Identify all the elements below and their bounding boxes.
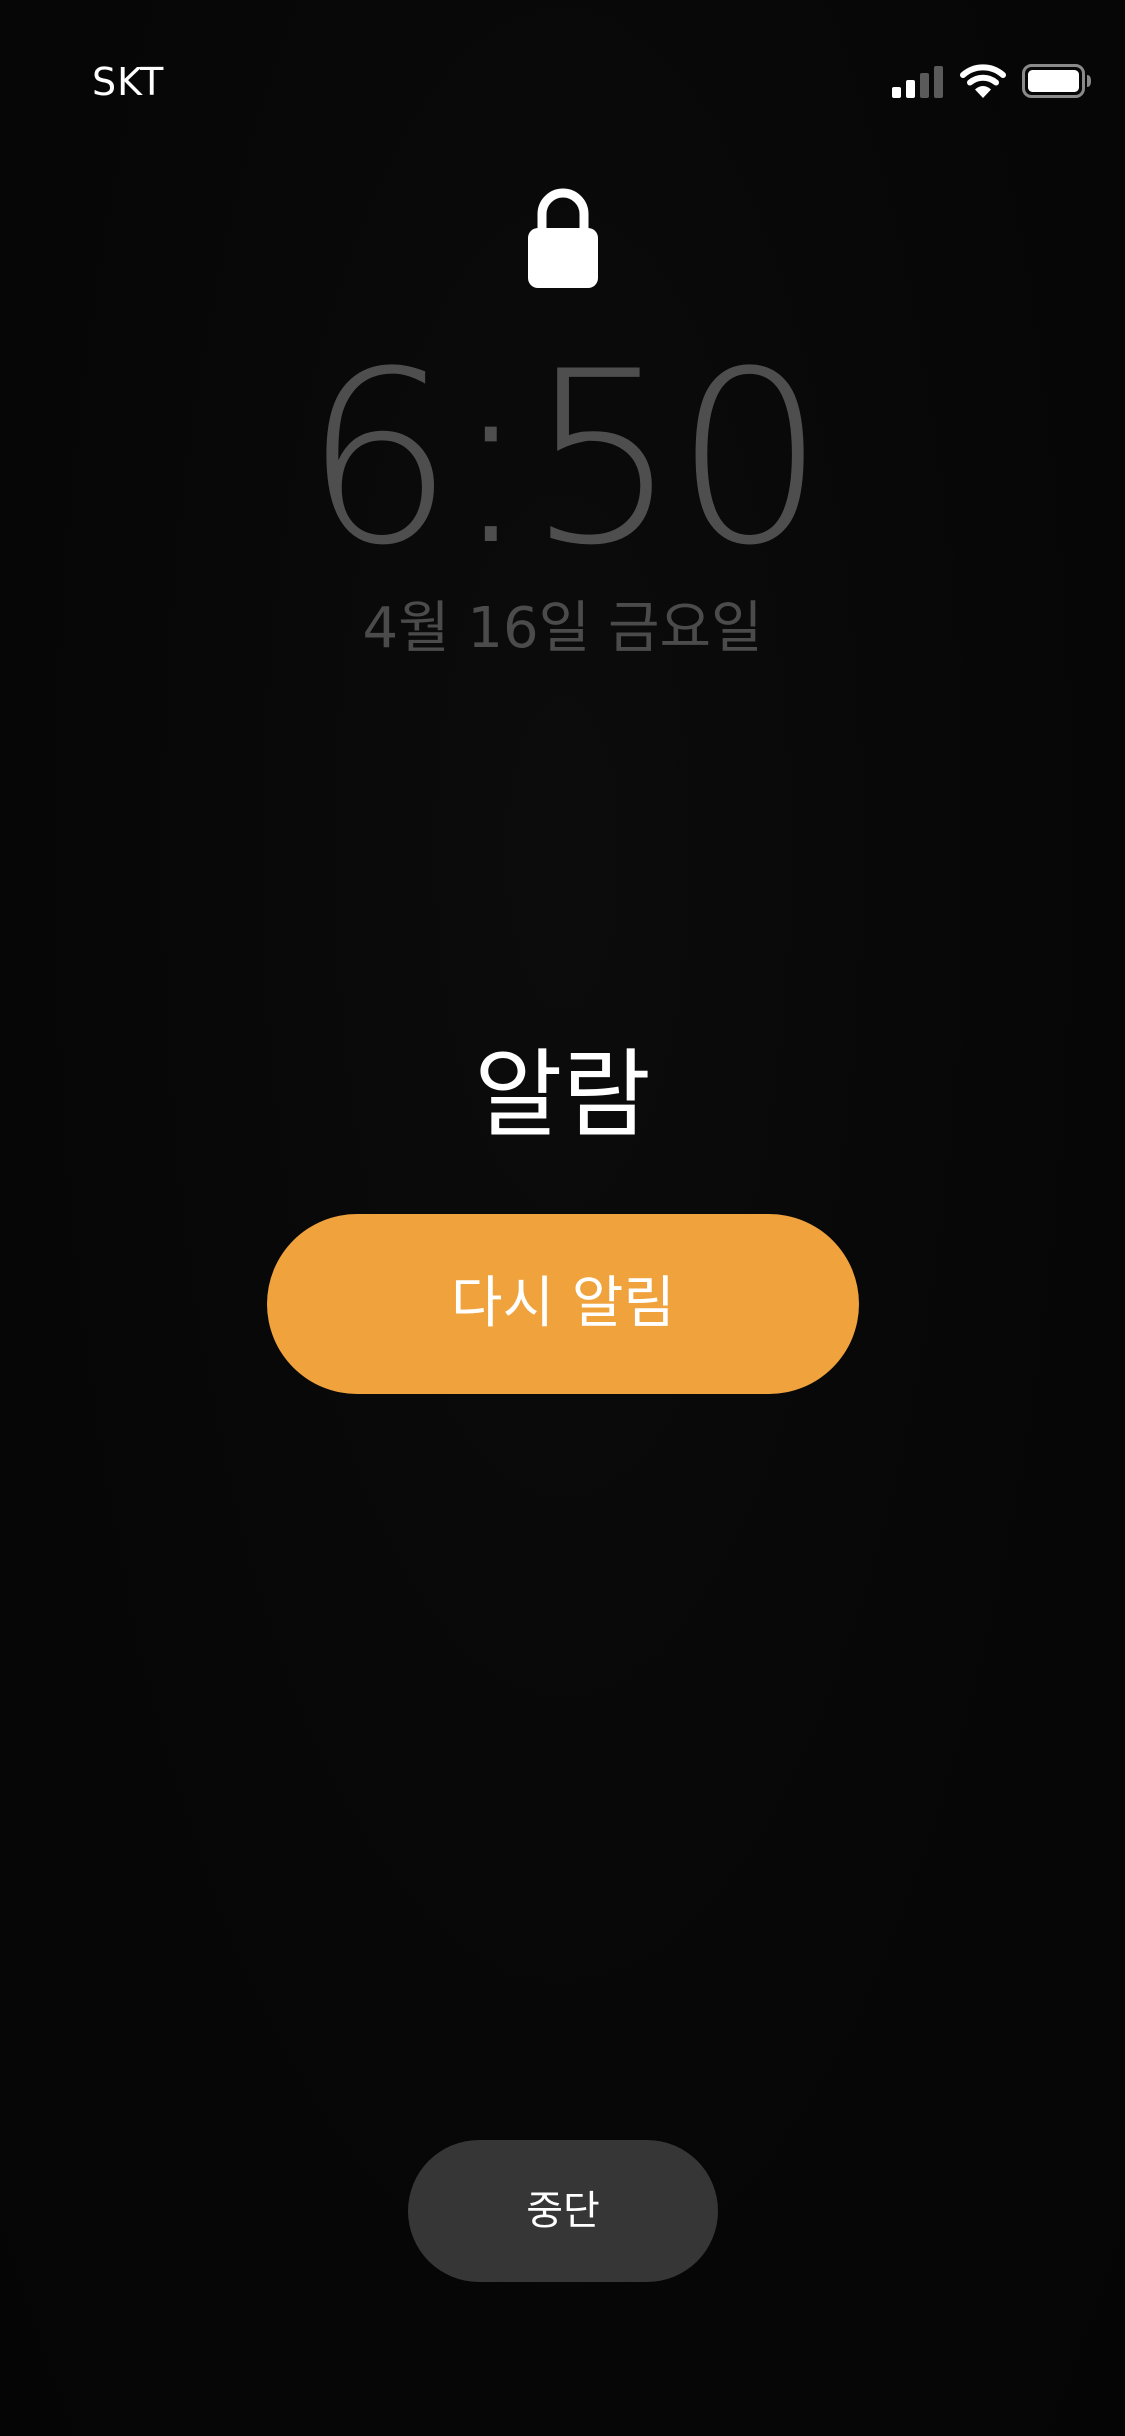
- signal-bar: [892, 87, 901, 98]
- signal-bar: [906, 80, 915, 98]
- status-bar: SKT: [0, 0, 1125, 150]
- wifi-icon: [960, 62, 1006, 100]
- signal-bar: [934, 66, 943, 98]
- lock-screen: SKT 6:50 4월 16일 금요일 알람 다시 알림 중단: [0, 0, 1125, 2436]
- lock-screen-date: 4월 16일 금요일: [362, 596, 763, 661]
- stop-button-label: 중단: [526, 2188, 600, 2234]
- snooze-button[interactable]: 다시 알림: [267, 1214, 859, 1394]
- signal-bar: [920, 73, 929, 98]
- battery-icon: [1022, 64, 1092, 98]
- carrier-name: SKT: [92, 60, 165, 104]
- lock-screen-time: 6:50: [303, 321, 825, 598]
- stop-button[interactable]: 중단: [408, 2140, 718, 2282]
- alarm-title: 알람: [474, 1039, 651, 1151]
- lock-icon: [528, 184, 598, 288]
- snooze-button-label: 다시 알림: [451, 1271, 675, 1336]
- cellular-signal-icon: [892, 66, 944, 98]
